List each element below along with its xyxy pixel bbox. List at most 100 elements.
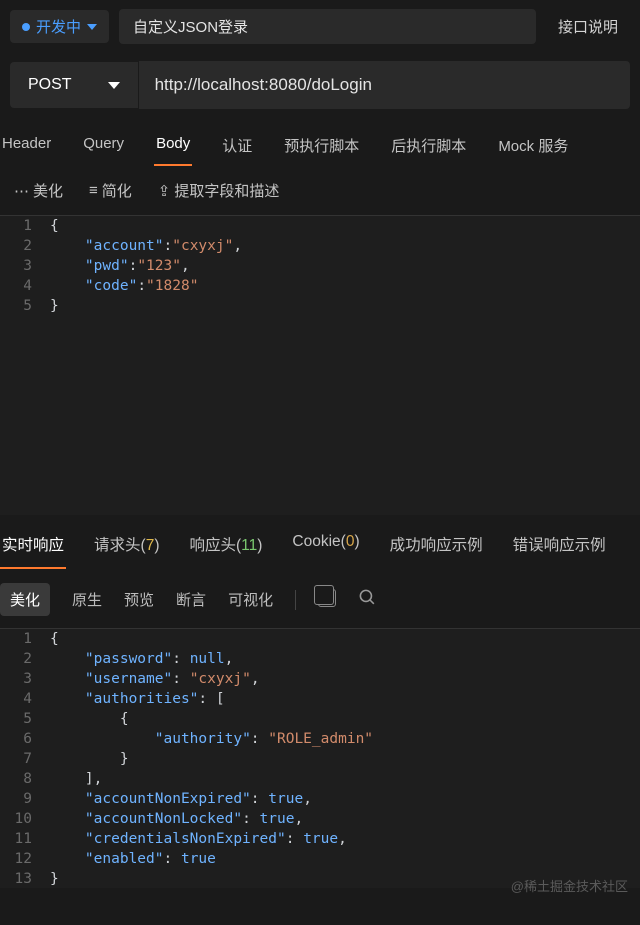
line-number: 2 bbox=[0, 649, 50, 669]
line-number: 7 bbox=[0, 749, 50, 769]
status-badge[interactable]: 开发中 bbox=[10, 10, 109, 43]
response-toolbar: 美化 原生 预览 断言 可视化 bbox=[0, 569, 640, 628]
line-number: 3 bbox=[0, 256, 50, 276]
code-line: 2 "account":"cxyxj", bbox=[0, 236, 640, 256]
line-number: 4 bbox=[0, 689, 50, 709]
request-tab-mock 服务[interactable]: Mock 服务 bbox=[496, 125, 570, 166]
response-tab[interactable]: 请求头(7) bbox=[92, 521, 161, 569]
code-content: "accountNonLocked": true, bbox=[50, 809, 303, 829]
code-content: } bbox=[50, 296, 59, 316]
request-tab-认证[interactable]: 认证 bbox=[220, 125, 254, 166]
search-icon bbox=[358, 588, 377, 607]
code-content: ], bbox=[50, 769, 102, 789]
code-line: 1{ bbox=[0, 216, 640, 236]
resp-assertion-button[interactable]: 断言 bbox=[176, 589, 206, 610]
api-title-input[interactable] bbox=[119, 9, 536, 44]
code-line: 4 "code":"1828" bbox=[0, 276, 640, 296]
watermark: @稀土掘金技术社区 bbox=[511, 876, 628, 895]
simplify-button[interactable]: ≡ 简化 bbox=[89, 180, 132, 201]
method-label: POST bbox=[28, 76, 72, 94]
resp-visualize-button[interactable]: 可视化 bbox=[228, 589, 273, 610]
simplify-label: 简化 bbox=[102, 180, 132, 201]
code-line: 11 "credentialsNonExpired": true, bbox=[0, 829, 640, 849]
resp-raw-button[interactable]: 原生 bbox=[72, 589, 102, 610]
code-line: 8 ], bbox=[0, 769, 640, 789]
request-tab-header[interactable]: Header bbox=[0, 125, 53, 166]
code-line: 3 "pwd":"123", bbox=[0, 256, 640, 276]
code-content: "enabled": true bbox=[50, 849, 216, 869]
code-line: 10 "accountNonLocked": true, bbox=[0, 809, 640, 829]
line-number: 10 bbox=[0, 809, 50, 829]
code-content: "accountNonExpired": true, bbox=[50, 789, 312, 809]
line-number: 1 bbox=[0, 216, 50, 236]
divider bbox=[295, 590, 296, 610]
code-content: "account":"cxyxj", bbox=[50, 236, 242, 256]
method-select[interactable]: POST bbox=[10, 62, 138, 108]
line-number: 3 bbox=[0, 669, 50, 689]
line-number: 5 bbox=[0, 709, 50, 729]
beautify-label: 美化 bbox=[33, 180, 63, 201]
request-tab-body[interactable]: Body bbox=[154, 125, 192, 166]
request-tab-后执行脚本[interactable]: 后执行脚本 bbox=[389, 125, 468, 166]
request-tab-query[interactable]: Query bbox=[81, 125, 126, 166]
response-body-editor[interactable]: 1{2 "password": null,3 "username": "cxyx… bbox=[0, 628, 640, 888]
url-row: POST bbox=[0, 53, 640, 125]
code-line: 4 "authorities": [ bbox=[0, 689, 640, 709]
copy-button[interactable] bbox=[318, 589, 336, 611]
line-number: 1 bbox=[0, 629, 50, 649]
code-content: } bbox=[50, 869, 59, 889]
response-tabs: 实时响应请求头(7) 响应头(11) Cookie(0) 成功响应示例错误响应示例 bbox=[0, 521, 640, 569]
upload-icon: ⇪ bbox=[158, 182, 171, 200]
code-content: "pwd":"123", bbox=[50, 256, 190, 276]
copy-icon bbox=[318, 589, 336, 607]
code-content: { bbox=[50, 629, 59, 649]
code-line: 12 "enabled": true bbox=[0, 849, 640, 869]
response-tab[interactable]: 响应头(11) bbox=[187, 521, 264, 569]
code-content: "username": "cxyxj", bbox=[50, 669, 260, 689]
request-tab-预执行脚本[interactable]: 预执行脚本 bbox=[282, 125, 361, 166]
response-tab[interactable]: 成功响应示例 bbox=[388, 521, 485, 569]
url-input[interactable] bbox=[138, 61, 630, 109]
code-content: "authority": "ROLE_admin" bbox=[50, 729, 373, 749]
beautify-button[interactable]: ⋯ 美化 bbox=[14, 180, 63, 201]
code-line: 5} bbox=[0, 296, 640, 316]
search-button[interactable] bbox=[358, 588, 377, 611]
code-line: 3 "username": "cxyxj", bbox=[0, 669, 640, 689]
topbar: 开发中 接口说明 bbox=[0, 0, 640, 53]
response-tab[interactable]: 实时响应 bbox=[0, 521, 66, 569]
extract-label: 提取字段和描述 bbox=[174, 180, 279, 201]
code-content: } bbox=[50, 749, 129, 769]
status-label: 开发中 bbox=[36, 16, 81, 37]
chevron-down-icon bbox=[87, 24, 97, 30]
resp-preview-button[interactable]: 预览 bbox=[124, 589, 154, 610]
code-line: 5 { bbox=[0, 709, 640, 729]
line-number: 5 bbox=[0, 296, 50, 316]
code-line: 2 "password": null, bbox=[0, 649, 640, 669]
line-number: 2 bbox=[0, 236, 50, 256]
code-content: { bbox=[50, 709, 129, 729]
line-number: 11 bbox=[0, 829, 50, 849]
response-tab[interactable]: 错误响应示例 bbox=[511, 521, 608, 569]
code-content: { bbox=[50, 216, 59, 236]
line-number: 9 bbox=[0, 789, 50, 809]
code-content: "credentialsNonExpired": true, bbox=[50, 829, 347, 849]
line-number: 6 bbox=[0, 729, 50, 749]
code-line: 7 } bbox=[0, 749, 640, 769]
line-number: 4 bbox=[0, 276, 50, 296]
request-body-toolbar: ⋯ 美化 ≡ 简化 ⇪ 提取字段和描述 bbox=[0, 166, 640, 215]
code-content: "code":"1828" bbox=[50, 276, 198, 296]
line-number: 13 bbox=[0, 869, 50, 889]
request-body-editor[interactable]: 1{2 "account":"cxyxj",3 "pwd":"123",4 "c… bbox=[0, 215, 640, 515]
code-line: 9 "accountNonExpired": true, bbox=[0, 789, 640, 809]
resp-beautify-button[interactable]: 美化 bbox=[0, 583, 50, 616]
status-dot-icon bbox=[22, 23, 30, 31]
line-number: 12 bbox=[0, 849, 50, 869]
line-number: 8 bbox=[0, 769, 50, 789]
chevron-down-icon bbox=[108, 82, 120, 89]
request-tabs: Header Query Body 认证预执行脚本后执行脚本 Mock 服务 bbox=[0, 125, 640, 166]
api-doc-link[interactable]: 接口说明 bbox=[546, 8, 630, 45]
code-content: "password": null, bbox=[50, 649, 233, 669]
list-icon: ≡ bbox=[89, 182, 98, 199]
extract-button[interactable]: ⇪ 提取字段和描述 bbox=[158, 180, 280, 201]
response-tab[interactable]: Cookie(0) bbox=[290, 521, 361, 569]
